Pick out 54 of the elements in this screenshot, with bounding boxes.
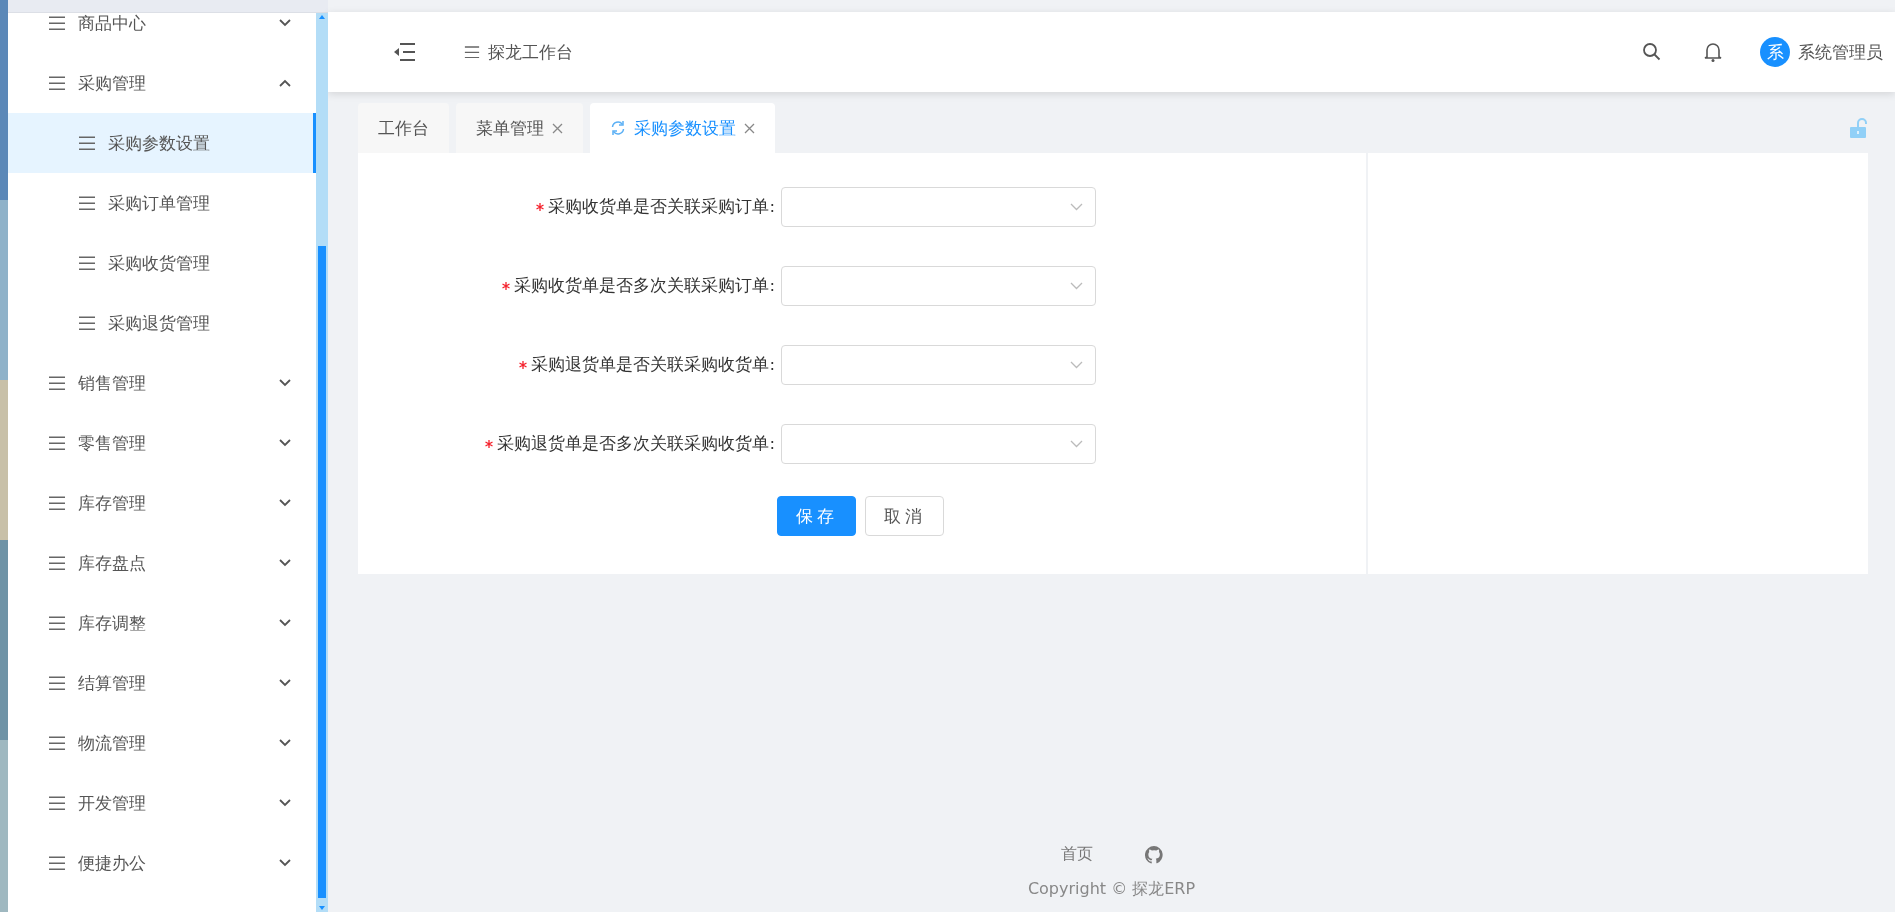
menu-icon — [78, 195, 96, 211]
dropdown-icon — [1070, 361, 1083, 369]
chevron-down-icon — [279, 739, 291, 747]
chevron-down-icon — [279, 439, 291, 447]
dropdown-icon — [1070, 203, 1083, 211]
menu-icon — [48, 615, 66, 631]
scroll-down-icon[interactable] — [318, 904, 326, 912]
menu-icon — [78, 315, 96, 331]
chevron-down-icon — [279, 19, 291, 27]
chevron-down-icon — [279, 799, 291, 807]
chevron-down-icon — [279, 499, 291, 507]
select-field[interactable] — [781, 266, 1096, 306]
chevron-down-icon — [279, 379, 291, 387]
select-field[interactable] — [781, 424, 1096, 464]
dropdown-icon — [1070, 440, 1083, 448]
menu-icon — [48, 495, 66, 511]
field-label: 采购收货单是否多次关联采购订单: — [514, 275, 776, 297]
menu-icon — [48, 735, 66, 751]
menu-icon — [48, 15, 66, 31]
close-icon[interactable] — [552, 122, 563, 134]
field-label: 采购收货单是否关联采购订单: — [548, 196, 776, 218]
chevron-down-icon — [279, 619, 291, 627]
dropdown-icon — [1070, 282, 1083, 290]
menu-icon — [464, 45, 480, 59]
menu-icon — [48, 75, 66, 91]
menu-icon — [78, 135, 96, 151]
menu-icon — [48, 375, 66, 391]
select-field[interactable] — [781, 187, 1096, 227]
menu-icon — [48, 675, 66, 691]
field-label: 采购退货单是否多次关联采购收货单: — [497, 433, 776, 455]
page-tab[interactable]: 工作台 — [358, 103, 449, 153]
refresh-icon — [610, 120, 626, 136]
chevron-down-icon — [279, 679, 291, 687]
breadcrumb: 探龙工作台 — [488, 40, 573, 64]
menu-icon — [78, 255, 96, 271]
chevron-down-icon — [279, 559, 291, 567]
github-icon[interactable] — [1144, 845, 1163, 864]
cancel-button[interactable]: 取消 — [865, 496, 944, 536]
menu-icon — [48, 795, 66, 811]
sidebar-subitem[interactable]: 采购参数设置 — [8, 113, 316, 173]
chevron-up-icon — [279, 79, 291, 87]
user-name[interactable]: 系统管理员 — [1798, 40, 1883, 64]
page-tab[interactable]: 菜单管理 — [456, 103, 583, 153]
menu-icon — [48, 855, 66, 871]
close-icon[interactable] — [744, 122, 755, 134]
home-link[interactable]: 首页 — [1060, 844, 1093, 865]
menu-icon — [48, 555, 66, 571]
menu-icon — [48, 435, 66, 451]
copyright-text: Copyright © 探龙ERP — [1027, 879, 1196, 900]
chevron-down-icon — [279, 859, 291, 867]
scrollbar[interactable] — [316, 13, 328, 912]
field-label: 采购退货单是否关联采购收货单: — [531, 354, 776, 376]
unlock-icon[interactable] — [1849, 118, 1868, 138]
select-field[interactable] — [781, 345, 1096, 385]
